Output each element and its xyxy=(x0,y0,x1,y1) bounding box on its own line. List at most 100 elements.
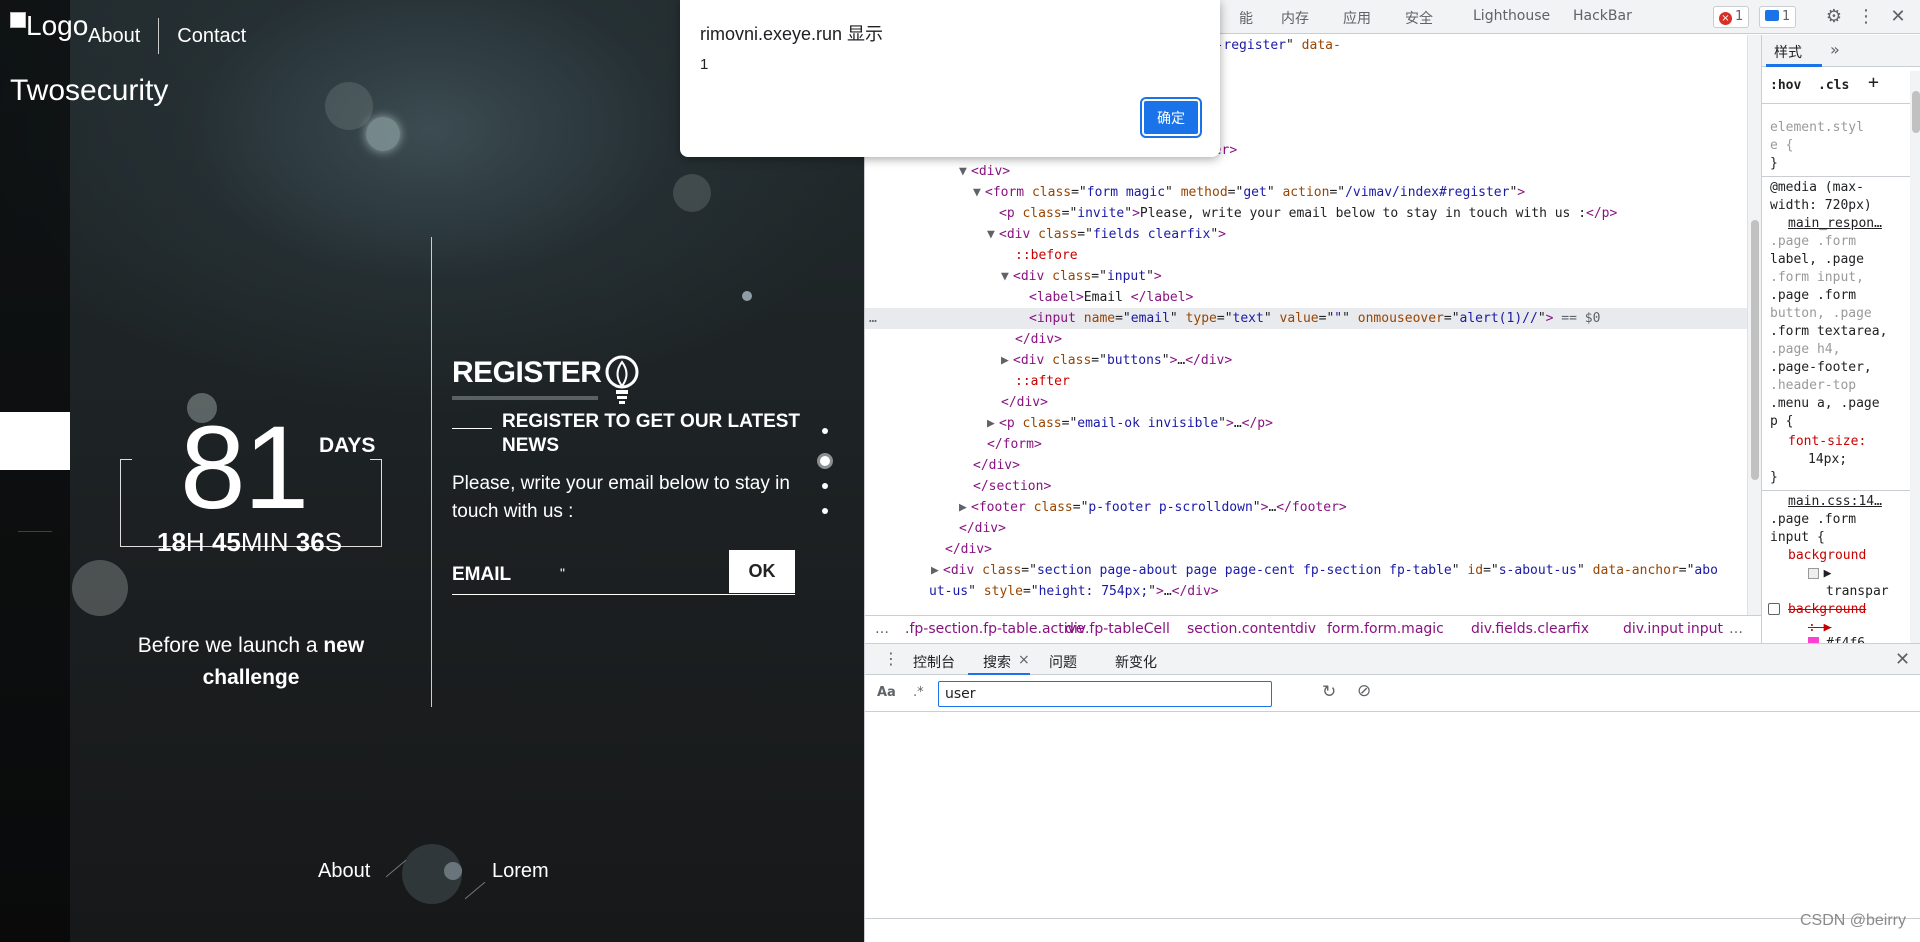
dom-node-line[interactable]: ▶ <p class="email-ok invisible">…</p> xyxy=(865,413,1747,434)
source-link[interactable]: main_respon… xyxy=(1788,215,1882,233)
node-actions-ellipsis[interactable]: … xyxy=(869,308,877,329)
logo[interactable]: Logo xyxy=(10,10,88,42)
ok-button[interactable]: OK xyxy=(729,550,795,593)
page-dot[interactable] xyxy=(822,508,828,514)
breadcrumb-item[interactable]: input xyxy=(1687,621,1723,637)
nav-contact[interactable]: Contact xyxy=(177,25,246,48)
selected-dom-node[interactable]: <input name="email" type="text" value=""… xyxy=(865,308,1747,329)
drawer-tab-whats-new[interactable]: 新变化 xyxy=(1115,652,1157,672)
watermark: CSDN @beirry xyxy=(1799,912,1906,929)
background-value[interactable]: transpar xyxy=(1826,583,1889,601)
countdown-time: 18H 45MIN 36S xyxy=(157,527,342,558)
settings-gear-icon[interactable]: ⚙ xyxy=(1823,6,1845,28)
dom-node-line[interactable]: ::after xyxy=(865,371,1747,392)
clear-icon[interactable]: ⊘ xyxy=(1357,681,1371,701)
breadcrumb-item[interactable]: div.fp-tableCell xyxy=(1065,621,1170,637)
drawer-tab-bar: ⋮ 控制台 搜索 × 问题 新变化 ✕ xyxy=(865,643,1920,675)
drawer-menu-icon[interactable]: ⋮ xyxy=(883,649,899,668)
dom-node-line[interactable]: ▼ <form class="form magic" method="get" a… xyxy=(865,182,1747,203)
dom-node-line[interactable]: </div> xyxy=(865,392,1747,413)
scrollbar-thumb[interactable] xyxy=(1912,91,1920,133)
add-rule-icon[interactable]: + xyxy=(1868,74,1879,92)
background-value-overridden[interactable]: #f4f6 xyxy=(1826,635,1865,643)
page-dot-active[interactable] xyxy=(817,453,833,469)
tab-lighthouse[interactable]: Lighthouse xyxy=(1473,8,1550,24)
rule-selector-line: .header-top xyxy=(1770,378,1857,393)
tab-hackbar[interactable]: HackBar xyxy=(1573,8,1632,24)
breadcrumb-item[interactable]: form.form.magic xyxy=(1327,621,1444,637)
page-dot[interactable] xyxy=(822,483,828,489)
elements-scrollbar[interactable] xyxy=(1747,35,1761,615)
breadcrumb-item[interactable]: … xyxy=(1729,621,1743,637)
dom-node-line[interactable]: </form> xyxy=(865,434,1747,455)
hov-toggle[interactable]: :hov xyxy=(1770,77,1801,95)
background-swatch[interactable] xyxy=(1808,568,1819,579)
styles-scrollbar[interactable] xyxy=(1910,71,1920,643)
tab-performance[interactable]: 能 xyxy=(1239,8,1253,28)
dom-node-line[interactable]: </div> xyxy=(865,518,1747,539)
close-tab-icon[interactable]: × xyxy=(1018,652,1030,668)
dom-node-line[interactable]: ut-us" style="height: 754px;">…</div> xyxy=(865,581,1747,602)
drawer-tab-console[interactable]: 控制台 xyxy=(913,652,955,672)
dom-node-line[interactable]: ▶ <footer class="p-footer p-scrolldown">…… xyxy=(865,497,1747,518)
refresh-icon[interactable]: ↻ xyxy=(1322,682,1336,702)
dom-node-line[interactable]: ▼ <div class="input"> xyxy=(865,266,1747,287)
dom-node-line[interactable]: ▼ <div class="fields clearfix"> xyxy=(865,224,1747,245)
dom-node-line[interactable]: <p class="invite">Please, write your ema… xyxy=(865,203,1747,224)
cls-toggle[interactable]: .cls xyxy=(1818,77,1849,95)
bottom-nav-lorem[interactable]: Lorem xyxy=(492,860,549,883)
email-input[interactable] xyxy=(560,556,728,590)
dom-node-line[interactable]: </div> xyxy=(865,455,1747,476)
regex-toggle[interactable]: .* xyxy=(913,685,924,700)
close-devtools-icon[interactable]: ✕ xyxy=(1887,6,1909,28)
breadcrumb-item[interactable]: section.content xyxy=(1187,621,1295,637)
breadcrumb-item[interactable]: div.input xyxy=(1623,621,1683,637)
scroll-down-circle[interactable] xyxy=(402,844,462,904)
drawer-tab-issues[interactable]: 问题 xyxy=(1049,652,1077,672)
close-drawer-icon[interactable]: ✕ xyxy=(1895,649,1910,670)
nav-about[interactable]: About xyxy=(88,25,140,48)
font-size-value[interactable]: 14px; xyxy=(1808,451,1847,469)
tab-application[interactable]: 应用 xyxy=(1343,8,1371,28)
email-underline xyxy=(452,594,795,595)
breadcrumb-item[interactable]: div.fields.clearfix xyxy=(1471,621,1589,637)
message-badge[interactable]: 1 xyxy=(1759,6,1797,28)
dom-node-line[interactable]: ▶ <div class="section page-about page pag… xyxy=(865,560,1747,581)
property-checkbox[interactable] xyxy=(1768,603,1780,615)
tab-security[interactable]: 安全 xyxy=(1405,8,1433,28)
dom-node-line[interactable]: </div> xyxy=(865,329,1747,350)
background-prop-overridden[interactable]: background xyxy=(1788,601,1866,619)
breadcrumb-item[interactable]: … xyxy=(875,621,889,637)
font-size-prop[interactable]: font-size: xyxy=(1788,433,1866,451)
match-case-toggle[interactable]: Aa xyxy=(877,685,896,700)
more-tabs-icon[interactable]: » xyxy=(1830,40,1840,59)
search-input[interactable] xyxy=(938,681,1272,707)
tab-memory[interactable]: 内存 xyxy=(1281,8,1309,28)
scrollbar-thumb[interactable] xyxy=(1751,220,1759,480)
breadcrumb-item[interactable]: .fp-section.fp-table.active xyxy=(905,621,1085,637)
dom-node-line[interactable]: ::before xyxy=(865,245,1747,266)
countdown-days-label: DAYS xyxy=(319,434,376,457)
error-badge[interactable]: × 1 xyxy=(1713,6,1750,28)
dom-node-line[interactable]: ▼ <div> xyxy=(865,161,1747,182)
background-prop[interactable]: background xyxy=(1788,547,1866,565)
email-label: EMAIL xyxy=(452,564,512,585)
dom-node-line[interactable]: ▶ <div class="buttons">…</div> xyxy=(865,350,1747,371)
broken-image-icon xyxy=(10,12,26,28)
dom-node-line[interactable]: </section> xyxy=(865,476,1747,497)
source-link[interactable]: main.css:14… xyxy=(1788,493,1882,511)
side-white-tab[interactable] xyxy=(0,412,70,470)
dom-node-line[interactable]: </div> xyxy=(865,539,1747,560)
bottom-nav-about[interactable]: About xyxy=(318,860,370,883)
more-vertical-icon[interactable]: ⋮ xyxy=(1855,6,1877,28)
drawer-tab-search[interactable]: 搜索 xyxy=(983,652,1011,672)
dom-node-line[interactable]: <label>Email </label> xyxy=(865,287,1747,308)
alert-ok-button[interactable]: 确定 xyxy=(1140,97,1202,138)
message-icon xyxy=(1765,10,1779,21)
bokeh-light xyxy=(366,117,400,151)
tab-styles[interactable]: 样式 xyxy=(1774,42,1802,62)
alert-title: rimovni.exeye.run 显示 xyxy=(700,24,884,44)
breadcrumb-item[interactable]: div xyxy=(1295,621,1316,637)
page-dot[interactable] xyxy=(822,428,828,434)
side-dash xyxy=(18,531,52,532)
